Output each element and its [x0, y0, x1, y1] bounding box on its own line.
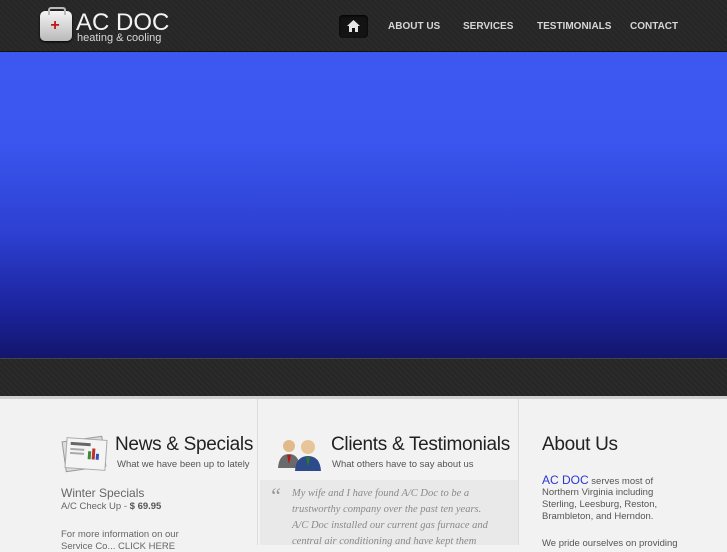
about-line: Sterling, Leesburg, Reston,	[542, 499, 658, 510]
testimonial-line: My wife and I have found A/C Doc to be a	[292, 488, 470, 499]
testimonial-line: A/C Doc installed our current gas furnac…	[292, 520, 488, 531]
nav-about-us[interactable]: ABOUT US	[388, 21, 440, 32]
nav-contact[interactable]: CONTACT	[630, 21, 678, 32]
column-divider	[518, 399, 520, 545]
special-price: $ 69.95	[129, 501, 162, 512]
about-intro: AC DOC serves most of	[542, 473, 653, 487]
newspaper-icon	[61, 435, 108, 473]
logo-subtitle: heating & cooling	[77, 32, 162, 44]
site-header: + AC DOC heating & cooling ABOUT US SERV…	[0, 0, 727, 52]
banner-strip	[0, 358, 727, 397]
home-icon	[347, 20, 360, 32]
medical-bag-icon: +	[40, 7, 72, 41]
special-item-label: A/C Check Up -	[61, 501, 130, 512]
news-title: News & Specials	[115, 434, 254, 455]
nav-services[interactable]: SERVICES	[463, 21, 513, 32]
clients-icon	[278, 440, 321, 471]
about-line: Northern Virginia including	[542, 487, 654, 498]
hero-banner	[0, 52, 727, 358]
clients-title: Clients & Testimonials	[331, 434, 510, 455]
about-title: About Us	[542, 434, 618, 455]
brand-link[interactable]: AC DOC	[542, 473, 589, 487]
special-item: A/C Check Up - $ 69.95	[61, 501, 161, 512]
nav-home-button[interactable]	[339, 15, 368, 38]
about-line: Brambleton, and Herndon.	[542, 511, 654, 522]
about-line: We pride ourselves on providing	[542, 538, 678, 549]
service-click-here-link[interactable]: Service Co... CLICK HERE	[61, 541, 175, 552]
divider	[0, 396, 727, 399]
about-intro-rest: serves most of	[588, 476, 654, 487]
logo[interactable]: + AC DOC heating & cooling	[40, 7, 170, 45]
testimonial-line: trustworthy company over the past ten ye…	[292, 504, 482, 515]
quote-mark-icon: “	[269, 483, 282, 508]
winter-specials-link[interactable]: Winter Specials	[61, 486, 144, 500]
news-subtitle: What we have been up to lately	[117, 459, 250, 470]
column-divider	[257, 399, 259, 545]
nav-testimonials[interactable]: TESTIMONIALS	[537, 21, 611, 32]
clients-subtitle: What others have to say about us	[332, 459, 474, 470]
testimonial-line: central air conditioning and have kept t…	[292, 536, 477, 547]
more-info-text: For more information on our	[61, 529, 179, 540]
